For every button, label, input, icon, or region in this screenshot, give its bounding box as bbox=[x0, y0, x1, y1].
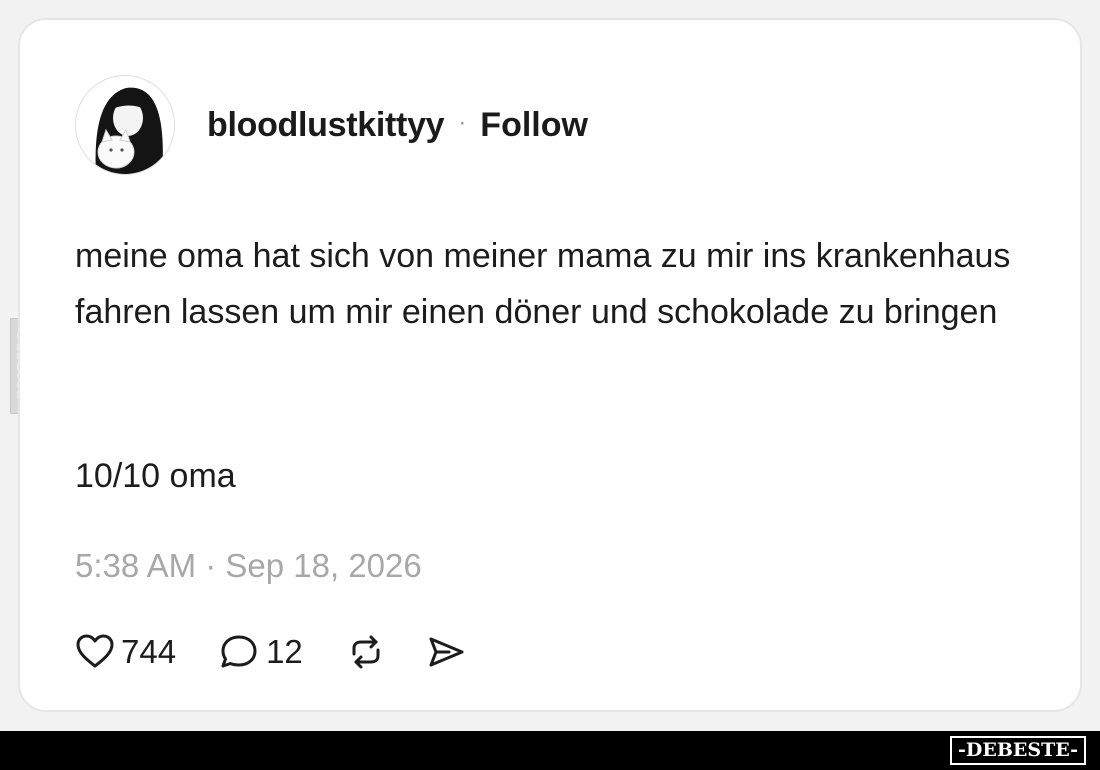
post-card: bloodlustkittyy · Follow meine oma hat s… bbox=[18, 18, 1082, 712]
brand-watermark: -DEBESTE- bbox=[950, 736, 1086, 765]
post-text: meine oma hat sich von meiner mama zu mi… bbox=[75, 237, 1011, 331]
action-bar: 744 12 bbox=[75, 620, 467, 684]
comment-button[interactable]: 12 bbox=[218, 632, 303, 672]
separator-dot: · bbox=[458, 109, 467, 136]
repost-icon bbox=[345, 632, 387, 672]
post-header: bloodlustkittyy · Follow bbox=[75, 70, 588, 180]
footer-bar: -DEBESTE- bbox=[0, 731, 1100, 770]
post-rating-text: 10/10 oma bbox=[75, 457, 236, 495]
like-button[interactable]: 744 bbox=[75, 632, 176, 672]
share-button[interactable] bbox=[425, 632, 467, 672]
like-count: 744 bbox=[121, 633, 177, 670]
avatar-image bbox=[76, 76, 174, 174]
post-timestamp: 5:38 AM · Sep 18, 2026 bbox=[75, 547, 422, 584]
comment-icon bbox=[218, 632, 260, 672]
share-icon bbox=[425, 632, 467, 672]
heart-icon bbox=[75, 632, 115, 672]
repost-button[interactable] bbox=[345, 632, 387, 672]
page: DEBESTE bbox=[0, 0, 1100, 770]
username[interactable]: bloodlustkittyy bbox=[207, 106, 445, 145]
follow-button[interactable]: Follow bbox=[480, 106, 588, 145]
avatar[interactable] bbox=[75, 75, 175, 175]
comment-count: 12 bbox=[266, 633, 303, 670]
